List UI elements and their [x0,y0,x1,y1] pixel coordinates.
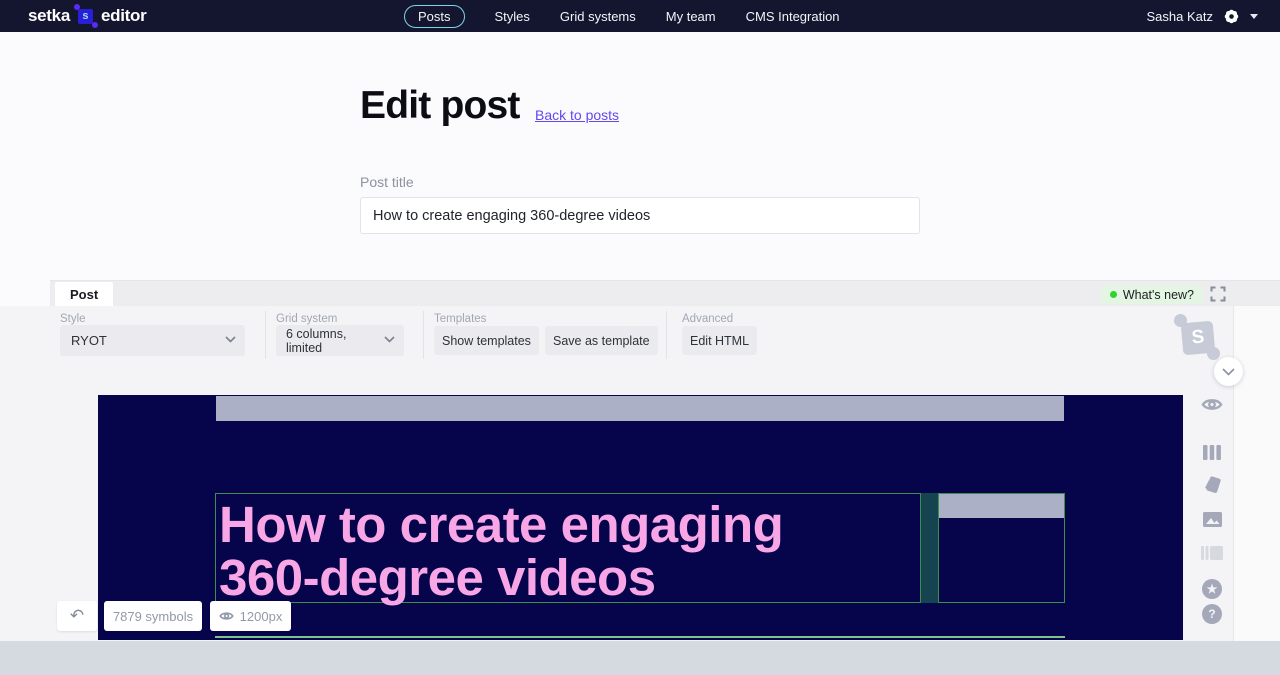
watermark-dot [1207,347,1220,360]
account-caret-down-icon[interactable] [1250,14,1258,19]
grid-system-select[interactable]: 6 columns, limited [276,325,404,356]
setka-editor-app: setka s editor Posts Styles Grid systems… [0,0,1280,675]
help-question-icon[interactable]: ? [1200,602,1224,626]
show-templates-button[interactable]: Show templates [434,326,539,355]
undo-icon: ↶ [70,606,84,626]
edit-html-button[interactable]: Edit HTML [682,326,757,355]
settings-gear-icon[interactable] [1222,7,1241,26]
nav-user-area: Sasha Katz [1147,0,1259,32]
setka-s-icon: s [77,8,94,25]
nav-item-styles[interactable]: Styles [495,9,530,24]
bottom-action-bar: Delete post ✓ Exit & save Save post [0,641,1280,675]
scrollbar-track[interactable] [1233,306,1280,641]
placeholder-bar[interactable] [216,396,1064,421]
column-gutter[interactable] [921,493,938,603]
top-nav: setka s editor Posts Styles Grid systems… [0,0,1280,32]
grid-select-value: 6 columns, limited [286,327,378,355]
layout-placeholder-icon[interactable] [1200,541,1224,565]
section-divider [423,311,424,359]
logo-word-editor: editor [101,6,146,26]
favorites-star-icon[interactable]: ★ [1200,577,1224,601]
post-title-label: Post title [360,174,414,190]
setka-watermark-icon: S [1170,310,1222,362]
chevron-down-icon [225,336,236,343]
green-dot-icon [1110,291,1117,298]
question-glyph: ? [1202,604,1222,624]
scroll-down-button[interactable] [1214,357,1243,386]
preview-eye-icon[interactable] [1200,392,1224,416]
style-select[interactable]: RYOT [60,325,245,356]
back-to-posts-link[interactable]: Back to posts [535,107,619,123]
undo-button[interactable]: ↶ [57,601,97,631]
eye-icon [219,611,234,621]
section-divider [666,311,667,359]
width-value: 1200px [240,609,283,624]
selected-side-block[interactable] [938,493,1065,603]
preview-width-badge[interactable]: 1200px [210,601,291,631]
user-name[interactable]: Sasha Katz [1147,9,1214,24]
symbols-count-badge: 7879 symbols [104,601,202,631]
placeholder-bar[interactable] [939,494,1064,518]
whats-new-button[interactable]: What's new? [1101,285,1203,304]
logo-square: s [78,9,93,24]
editor-tab-bar: Post What's new? [50,280,1280,306]
canvas-heading-line1: How to create engaging [219,498,920,551]
canvas-heading-line2: 360-degree videos [219,551,920,604]
logo-word-setka: setka [28,6,70,26]
post-title-input[interactable] [360,197,920,234]
save-as-template-button[interactable]: Save as template [545,326,658,355]
logo-dot-icon [92,22,98,28]
grid-section-label: Grid system [276,313,337,325]
tab-post[interactable]: Post [55,282,113,307]
media-image-icon[interactable] [1200,507,1224,531]
selection-bottom-edge [215,636,1065,638]
style-swatches-icon[interactable] [1200,473,1224,497]
star-glyph: ★ [1202,579,1222,599]
advanced-section-label: Advanced [682,313,733,325]
whats-new-label: What's new? [1123,288,1194,302]
chevron-down-icon [384,336,395,343]
templates-section-label: Templates [434,313,486,325]
style-select-value: RYOT [71,333,107,348]
nav-item-posts[interactable]: Posts [404,5,465,28]
fullscreen-expand-icon[interactable] [1210,286,1226,302]
style-section-label: Style [60,313,86,325]
main-nav: Posts Styles Grid systems My team CMS In… [404,0,840,32]
nav-item-grid-systems[interactable]: Grid systems [560,9,636,24]
selected-heading-block[interactable]: How to create engaging 360-degree videos [215,493,921,603]
nav-item-cms-integration[interactable]: CMS Integration [746,9,840,24]
section-divider [265,311,266,359]
page-title: Edit post [360,84,520,128]
grid-columns-icon[interactable] [1200,440,1224,464]
setka-logo[interactable]: setka s editor [28,0,146,32]
nav-item-my-team[interactable]: My team [666,9,716,24]
